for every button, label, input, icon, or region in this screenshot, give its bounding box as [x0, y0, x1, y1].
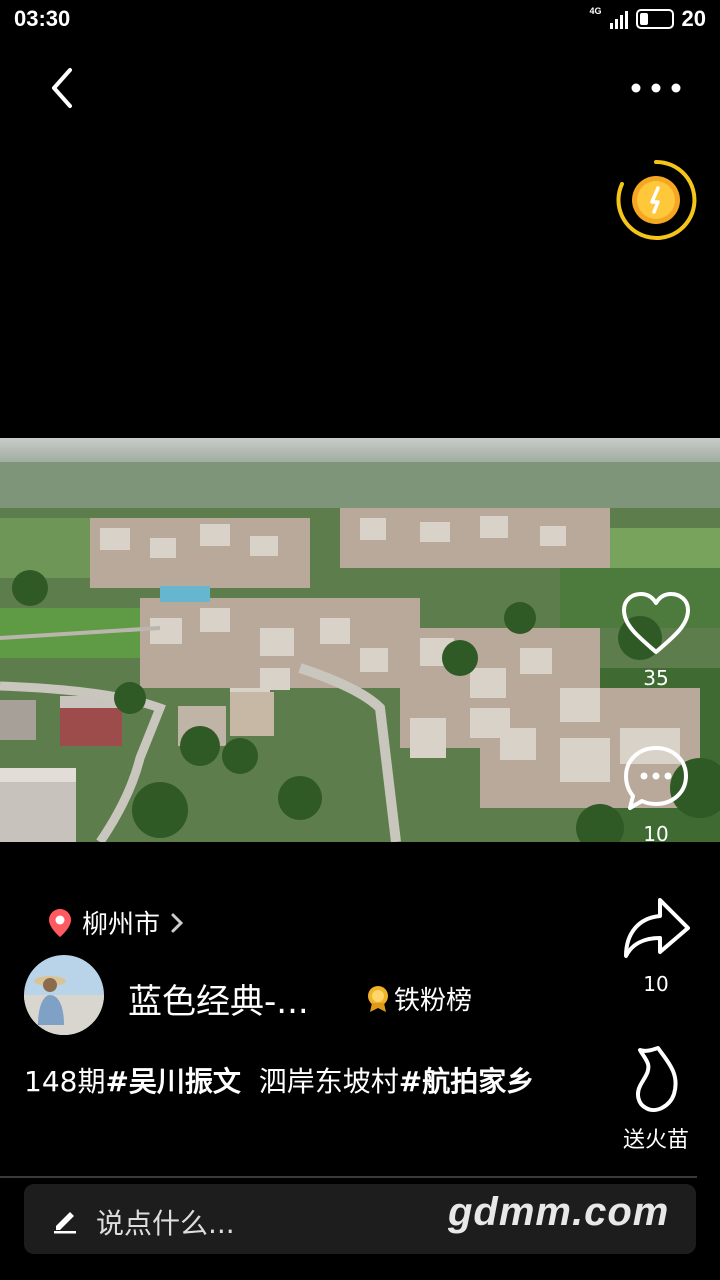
- badge-icon: [368, 985, 388, 1012]
- signal-icon: [609, 9, 628, 29]
- comment-icon: [624, 746, 688, 810]
- comment-button[interactable]: 10: [616, 742, 696, 846]
- like-count: 35: [643, 666, 669, 690]
- pencil-icon: [50, 1204, 80, 1238]
- network-type: 4G: [589, 6, 602, 16]
- author-name[interactable]: 蓝色经典-...: [128, 974, 309, 1023]
- share-button[interactable]: 10: [616, 894, 696, 996]
- aerial-village-photo: [0, 438, 720, 842]
- battery-level: 20: [681, 6, 706, 31]
- post-caption: 148期#吴川振文 泗岸东坡村#航拍家乡: [24, 1062, 564, 1102]
- chevron-right-icon: [171, 913, 184, 932]
- back-arrow-icon: [52, 68, 72, 108]
- status-time: 03:30: [14, 6, 71, 31]
- hashtag-link[interactable]: #航拍家乡: [399, 1065, 534, 1098]
- fan-ranking-link[interactable]: 铁粉榜: [366, 980, 472, 1017]
- comment-placeholder: 说点什么...: [96, 1207, 235, 1240]
- more-dots-icon: [631, 83, 681, 93]
- fan-ranking-label: 铁粉榜: [394, 986, 473, 1016]
- coin-reward-button[interactable]: [614, 158, 698, 242]
- avatar-image: [24, 955, 104, 1035]
- hashtag-link[interactable]: #吴川振文: [105, 1065, 240, 1098]
- divider: [0, 1176, 697, 1178]
- battery-icon: [635, 9, 674, 29]
- heart-icon: [622, 592, 690, 654]
- comment-count: 10: [643, 822, 669, 846]
- more-button[interactable]: [628, 78, 684, 98]
- share-count: 10: [643, 972, 669, 996]
- gift-flame-button[interactable]: 送火苗: [616, 1044, 696, 1154]
- like-button[interactable]: 35: [616, 590, 696, 690]
- location-name: 柳州市: [82, 910, 161, 940]
- photo-illustration: [0, 438, 720, 842]
- caption-text: 148期: [24, 1065, 106, 1098]
- avatar[interactable]: [24, 955, 104, 1035]
- status-indicators: 4G 20: [590, 6, 707, 32]
- flame-icon: [636, 1046, 678, 1113]
- watermark: gdmm.com: [448, 1190, 670, 1234]
- location-link[interactable]: 柳州市: [48, 904, 184, 941]
- share-icon: [624, 898, 690, 958]
- coin-icon: [616, 159, 697, 240]
- back-button[interactable]: [44, 66, 84, 110]
- gift-label: 送火苗: [622, 1128, 689, 1153]
- location-pin-icon: [49, 908, 71, 937]
- caption-text: 泗岸东坡村: [240, 1065, 399, 1098]
